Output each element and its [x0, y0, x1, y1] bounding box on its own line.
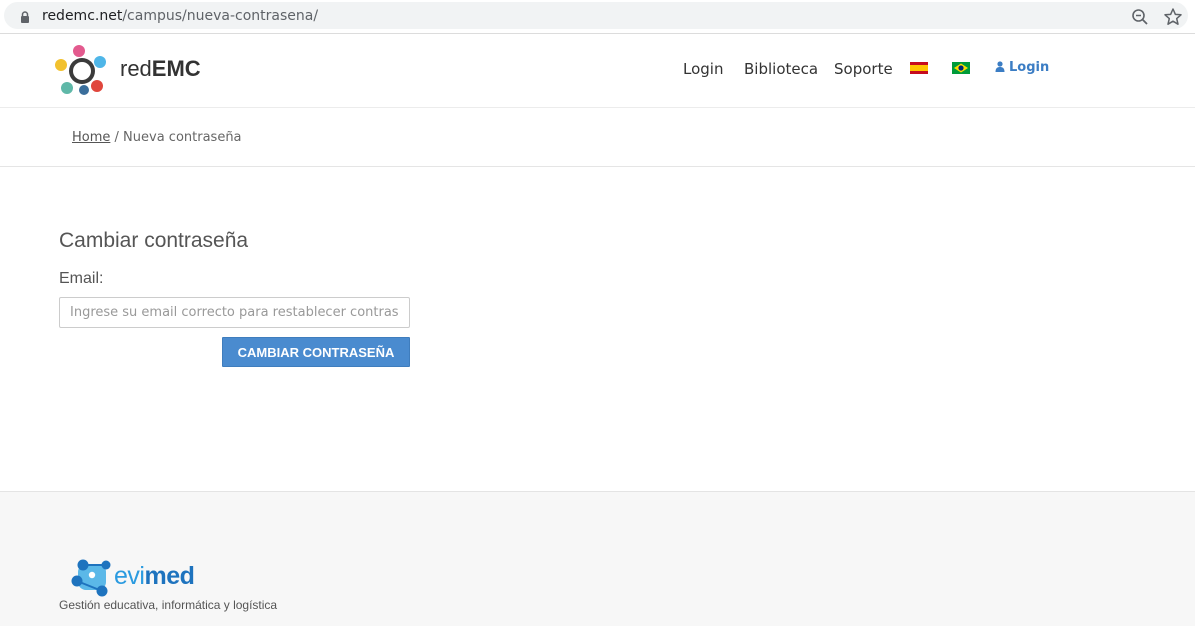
brand-prefix: red — [120, 56, 152, 81]
evimed-brand-med: med — [144, 562, 195, 590]
nav-biblioteca[interactable]: Biblioteca — [744, 60, 818, 78]
redemc-logo-icon[interactable] — [54, 42, 110, 98]
url-host: redemc.net — [42, 8, 123, 24]
change-password-button[interactable]: CAMBIAR CONTRASEÑA — [222, 337, 410, 367]
url-field[interactable]: redemc.net/campus/nueva-contrasena/ — [4, 2, 1188, 29]
footer: evimed Gestión educativa, informática y … — [0, 491, 1195, 626]
breadcrumb-current: Nueva contraseña — [123, 130, 242, 145]
evimed-logo-icon[interactable] — [70, 555, 114, 597]
footer-tagline: Gestión educativa, informática y logísti… — [59, 598, 278, 612]
spain-flag-icon[interactable] — [910, 62, 928, 74]
zoom-icon[interactable] — [1131, 8, 1149, 26]
brand-bold: EMC — [151, 56, 201, 81]
nav-login[interactable]: Login — [683, 60, 723, 78]
site-header: redEMC Login Biblioteca Soporte Login — [0, 34, 1195, 108]
breadcrumb: Home / Nueva contraseña — [72, 130, 242, 145]
user-login-label: Login — [1009, 60, 1050, 75]
breadcrumb-separator: / — [110, 130, 124, 145]
page-title: Cambiar contraseña — [59, 229, 249, 252]
brand-name[interactable]: redEMC — [120, 56, 201, 82]
nav-soporte[interactable]: Soporte — [834, 60, 893, 78]
browser-address-bar: redemc.net/campus/nueva-contrasena/ — [0, 0, 1195, 34]
evimed-brand-evi: evi — [114, 562, 145, 590]
url-text[interactable]: redemc.net/campus/nueva-contrasena/ — [42, 8, 318, 24]
breadcrumb-home-link[interactable]: Home — [72, 130, 110, 145]
user-login-link[interactable]: Login — [995, 60, 1049, 75]
evimed-brand[interactable]: evimed — [114, 562, 195, 591]
email-input[interactable] — [59, 297, 410, 328]
url-path: /campus/nueva-contrasena/ — [122, 8, 319, 24]
brazil-flag-icon[interactable] — [952, 62, 970, 74]
bookmark-star-icon[interactable] — [1163, 7, 1183, 27]
lock-icon[interactable] — [18, 10, 32, 24]
user-icon — [995, 61, 1005, 72]
breadcrumb-bar: Home / Nueva contraseña — [0, 108, 1195, 167]
email-label: Email: — [59, 270, 104, 287]
